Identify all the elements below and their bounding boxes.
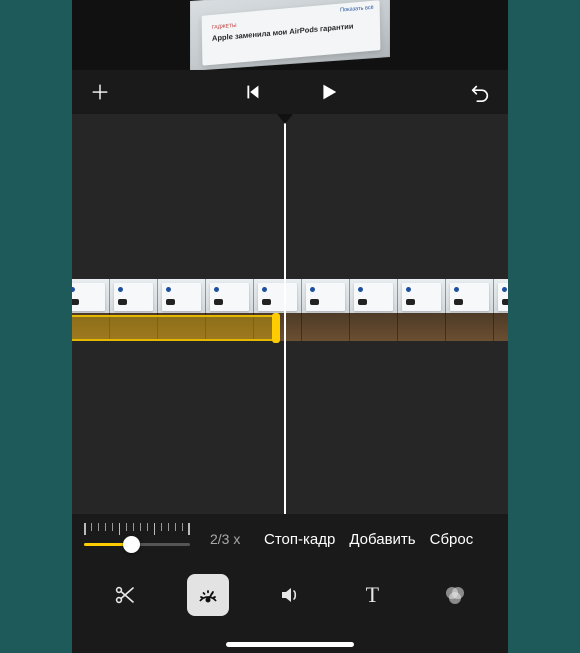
clip-thumbnail[interactable] (398, 279, 446, 341)
preview-area: Показать всё ГАДЖЕТЫ Apple заменила мои … (72, 0, 508, 70)
preview-link: Показать всё (340, 5, 374, 15)
preview-subline: гарантии (320, 21, 354, 33)
skip-back-button[interactable] (238, 78, 266, 106)
speed-controls-row: 2/3 x Стоп-кадр Добавить Сброс (72, 514, 508, 564)
plus-icon (89, 81, 111, 103)
clip-thumbnail[interactable] (350, 279, 398, 341)
video-editor-screen: Показать всё ГАДЖЕТЫ Apple заменила мои … (72, 0, 508, 653)
text-tool[interactable]: T (351, 574, 393, 616)
clip-thumbnail[interactable] (446, 279, 494, 341)
undo-button[interactable] (466, 78, 494, 106)
filters-tool[interactable] (434, 574, 476, 616)
preview-tag: ГАДЖЕТЫ (212, 23, 237, 32)
bottom-toolbar: T (72, 564, 508, 626)
speed-value-label: 2/3 x (210, 531, 250, 547)
clip-thumbnail[interactable] (302, 279, 350, 341)
speed-slider[interactable] (78, 519, 196, 559)
reset-button[interactable]: Сброс (430, 531, 474, 548)
volume-tool[interactable] (269, 574, 311, 616)
freeze-frame-button[interactable]: Стоп-кадр (264, 531, 335, 548)
skip-back-icon (241, 81, 263, 103)
selection-handle[interactable] (272, 313, 280, 343)
preview-frame[interactable]: Показать всё ГАДЖЕТЫ Apple заменила мои … (190, 0, 390, 70)
cut-tool[interactable] (104, 574, 146, 616)
play-icon (317, 81, 339, 103)
speed-tool[interactable] (187, 574, 229, 616)
preview-content: Показать всё ГАДЖЕТЫ Apple заменила мои … (202, 0, 381, 65)
text-icon: T (366, 582, 379, 608)
scissors-icon (113, 583, 137, 607)
speedometer-icon (196, 583, 220, 607)
speaker-icon (278, 583, 302, 607)
selection-range[interactable] (72, 315, 278, 341)
timeline-area[interactable] (72, 114, 508, 514)
add-media-button[interactable] (86, 78, 114, 106)
speed-ruler (84, 523, 190, 533)
slider-knob[interactable] (123, 536, 140, 553)
home-indicator[interactable] (226, 642, 354, 647)
play-button[interactable] (314, 78, 342, 106)
undo-icon (469, 81, 491, 103)
transport-bar (72, 70, 508, 114)
playhead[interactable] (284, 114, 286, 514)
add-button[interactable]: Добавить (349, 531, 415, 548)
clip-thumbnail[interactable] (494, 279, 508, 341)
filters-icon (443, 583, 467, 607)
